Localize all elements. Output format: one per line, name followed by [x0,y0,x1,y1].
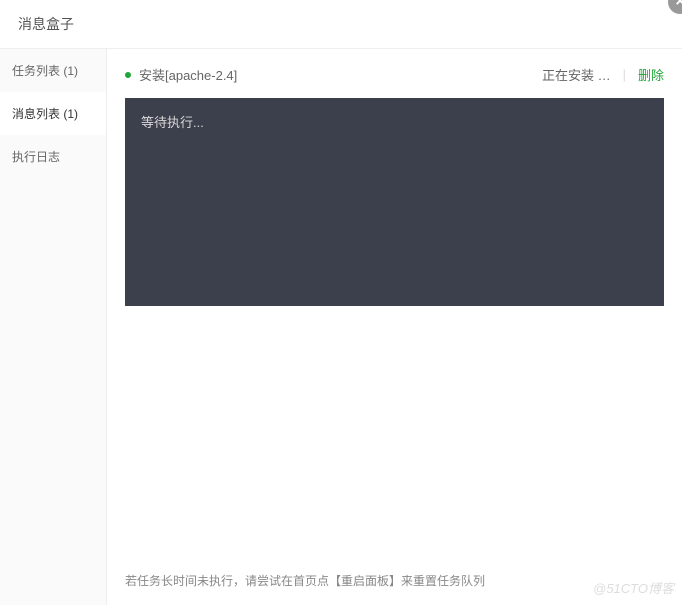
status-dot-icon [125,72,131,78]
close-icon: × [675,0,682,11]
main-content: 安装[apache-2.4] 正在安装 … | 删除 等待执行... 若任务长时… [107,49,682,605]
sidebar-item-label: 消息列表 (1) [12,107,78,121]
task-status: 正在安装 … [542,65,611,84]
modal-header: 消息盒子 [0,0,682,49]
watermark: @51CTO博客 [593,578,674,597]
console-output: 等待执行... [125,98,664,306]
sidebar-item-label: 执行日志 [12,150,60,164]
sidebar-item-messages[interactable]: 消息列表 (1) [0,92,106,135]
sidebar-item-label: 任务列表 (1) [12,64,78,78]
footer-hint-text: 若任务长时间未执行，请尝试在首页点【重启面板】来重置任务队列 [125,574,485,588]
sidebar-item-tasks[interactable]: 任务列表 (1) [0,49,106,92]
sidebar-item-log[interactable]: 执行日志 [0,135,106,178]
task-name: 安装[apache-2.4] [139,65,534,84]
divider: | [623,67,626,82]
task-row: 安装[apache-2.4] 正在安装 … | 删除 [107,49,682,94]
modal-title: 消息盒子 [18,16,74,32]
modal-body: 任务列表 (1) 消息列表 (1) 执行日志 安装[apache-2.4] 正在… [0,49,682,605]
sidebar: 任务列表 (1) 消息列表 (1) 执行日志 [0,49,107,605]
console-text: 等待执行... [141,115,204,130]
message-box-modal: × 消息盒子 任务列表 (1) 消息列表 (1) 执行日志 安装[apache-… [0,0,682,605]
delete-link[interactable]: 删除 [638,65,664,84]
